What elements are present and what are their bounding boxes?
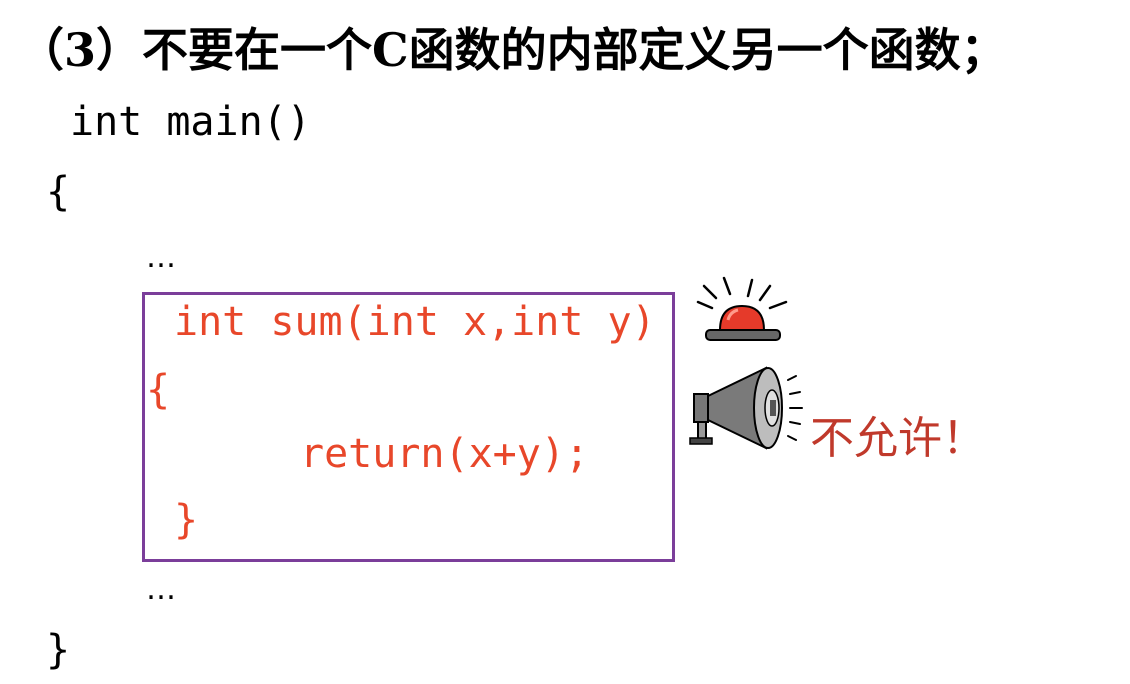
warning-text: 不允许！ [810,413,986,464]
inner-open-brace: { [146,367,171,413]
main-open-brace: { [46,169,71,215]
inner-return-statement: return(x+y); [300,431,589,477]
main-close-brace: } [46,627,71,673]
main-signature: int main() [70,99,311,145]
megaphone-icon [689,366,803,450]
slide-heading: （3）不要在一个C函数的内部定义另一个函数； [18,23,1007,77]
alarm-light-icon [696,276,788,341]
ellipsis-top: … [146,240,176,275]
ellipsis-bottom: … [146,572,176,607]
inner-function-signature: int sum(int x,int y) [174,299,656,345]
inner-close-brace: } [174,497,199,543]
